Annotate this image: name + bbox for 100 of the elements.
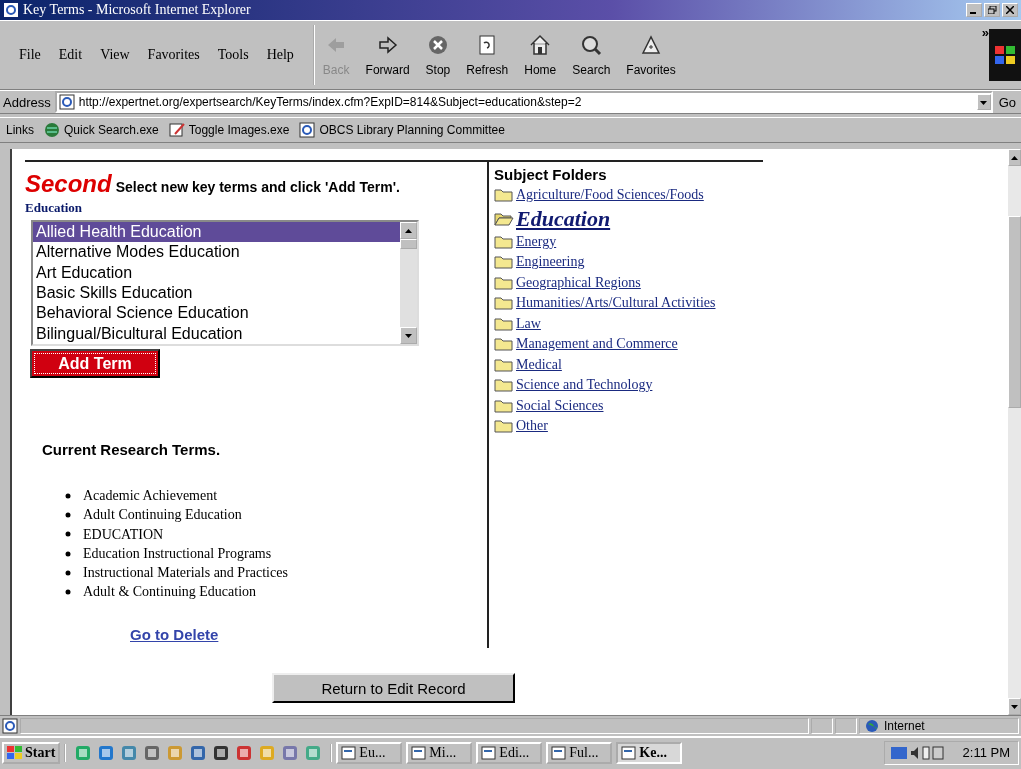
scroll-down-button[interactable]	[400, 327, 417, 344]
list-option[interactable]: Alternative Modes Education	[33, 242, 400, 263]
term-item: Adult Continuing Education	[83, 506, 242, 525]
window-title: Key Terms - Microsoft Internet Explorer	[23, 2, 252, 18]
folder-link[interactable]: Education	[494, 205, 716, 232]
folders-heading: Subject Folders	[494, 166, 608, 183]
scroll-up-button[interactable]	[400, 222, 417, 239]
folder-icon	[494, 295, 514, 312]
folder-link[interactable]: Medical	[494, 354, 716, 375]
toolbar-button[interactable]: Search	[564, 33, 619, 77]
folder-icon	[494, 315, 514, 332]
folder-link[interactable]: Science and Technology	[494, 375, 716, 396]
more-chevron[interactable]: »	[981, 25, 989, 40]
toolbar-button[interactable]: Favorites	[618, 33, 684, 77]
toolbar-button[interactable]: Refresh	[458, 33, 517, 77]
app-icon[interactable]	[212, 743, 231, 762]
link-item[interactable]: Quick Search.exe	[44, 122, 159, 138]
up-arrow-icon	[1011, 155, 1018, 160]
term-item: Education Instructional Programs	[83, 544, 272, 563]
list-option[interactable]: Behavioral Science Education	[33, 303, 400, 324]
list-label: Education	[25, 200, 84, 216]
folder-link[interactable]: Geographical Regions	[494, 272, 716, 293]
taskbar-button[interactable]: Mi...	[406, 741, 473, 764]
taskbar-button[interactable]: Edi...	[476, 741, 543, 764]
links-label: Links	[6, 123, 34, 137]
up-arrow-icon	[405, 228, 412, 233]
caret-icon	[980, 101, 988, 105]
menu-item[interactable]: Edit	[49, 47, 92, 63]
scroll-up-button[interactable]	[1008, 149, 1021, 166]
term-item: Adult & Continuing Education	[83, 583, 257, 602]
toolbar-button[interactable]: Forward	[357, 33, 418, 77]
open-folder-icon	[494, 210, 514, 227]
folder-icon	[494, 377, 514, 394]
add-term-button[interactable]: Add Term	[30, 349, 160, 378]
zone-label: Internet	[884, 719, 925, 733]
link-item[interactable]: OBCS Library Planning Committee	[299, 122, 505, 138]
scroll-thumb[interactable]	[400, 239, 417, 249]
page-icon	[2, 718, 18, 734]
menu-item[interactable]: Help	[257, 47, 303, 63]
close-button[interactable]	[1002, 3, 1018, 17]
window-icon	[411, 744, 428, 761]
folder-link[interactable]: Social Sciences	[494, 395, 716, 416]
windows-logo	[989, 29, 1021, 81]
window-icon	[481, 744, 498, 761]
window-icon	[551, 744, 568, 761]
return-button[interactable]: Return to Edit Record	[272, 673, 515, 703]
bullet-icon	[65, 550, 71, 557]
taskbar-button[interactable]: Ful...	[546, 741, 613, 764]
term-item: Academic Achievement	[83, 487, 218, 505]
restore-button[interactable]	[984, 3, 1000, 17]
minimize-button[interactable]	[966, 3, 982, 17]
taskbar-button[interactable]: Eu...	[336, 741, 403, 764]
section-heading: Current Research Terms.	[42, 441, 222, 458]
bullet-icon	[65, 531, 71, 538]
folder-icon	[494, 187, 514, 204]
delete-link[interactable]: Go to Delete	[130, 625, 219, 643]
folder-link[interactable]: Humanities/Arts/Cultural Activities	[494, 293, 716, 314]
app-icon[interactable]	[143, 743, 162, 762]
go-button[interactable]: Go	[996, 94, 1018, 110]
scrollbar[interactable]	[1008, 149, 1021, 715]
list-option[interactable]: Art Education	[33, 262, 400, 283]
windows-logo-icon	[7, 745, 23, 760]
search-icon	[579, 33, 604, 57]
scroll-thumb[interactable]	[1008, 216, 1021, 408]
folder-link[interactable]: Energy	[494, 231, 716, 252]
menu-item[interactable]: Favorites	[138, 47, 209, 63]
list-option[interactable]: Basic Skills Education	[33, 283, 400, 304]
folder-link[interactable]: Other	[494, 416, 716, 437]
toolbar-button[interactable]: Stop	[417, 33, 459, 77]
scroll-down-button[interactable]	[1008, 698, 1021, 715]
link-item[interactable]: Toggle Images.exe	[168, 122, 290, 138]
pencil-icon	[168, 122, 185, 138]
menu-item[interactable]: View	[91, 47, 139, 63]
clock: 2:11 PM	[962, 745, 1010, 760]
folder-link[interactable]: Engineering	[494, 252, 716, 273]
toolbar-button[interactable]: Home	[516, 33, 565, 77]
bullet-icon	[65, 589, 71, 596]
term-item: Instructional Materials and Practices	[83, 564, 288, 583]
folder-link[interactable]: Management and Commerce	[494, 334, 716, 355]
globe-icon	[864, 718, 880, 734]
terms-listbox[interactable]: Allied Health Education Alternative Modes Education Art Education Basic Skills Education Behavioral Science Education Bilingual/Bicultural Education	[31, 220, 419, 346]
term-item: EDUCATION	[83, 525, 164, 544]
bullet-icon	[65, 511, 71, 518]
menu-item[interactable]: Tools	[208, 47, 258, 63]
app-icon[interactable]	[189, 743, 208, 762]
menu-item[interactable]: File	[10, 47, 50, 63]
list-option[interactable]: Bilingual/Bicultural Education	[33, 323, 400, 344]
folder-link[interactable]: Law	[494, 313, 716, 334]
list-option[interactable]: Allied Health Education	[33, 222, 400, 243]
tray-icons[interactable]	[890, 744, 945, 761]
page-icon	[3, 2, 19, 18]
address-field[interactable]: http://expertnet.org/expertsearch/KeyTerms/index.cfm?ExpID=814&Subject=education&step=2	[54, 91, 993, 113]
start-button[interactable]: Start	[2, 741, 61, 764]
dropdown-button[interactable]	[976, 94, 991, 110]
folder-link[interactable]: Agriculture/Food Sciences/Foods	[494, 185, 716, 206]
step-heading: Second	[25, 170, 112, 198]
folder-icon	[494, 418, 514, 435]
restore-icon	[987, 6, 997, 14]
taskbar-button[interactable]: Ke...	[616, 741, 683, 764]
folder-icon	[494, 356, 514, 373]
